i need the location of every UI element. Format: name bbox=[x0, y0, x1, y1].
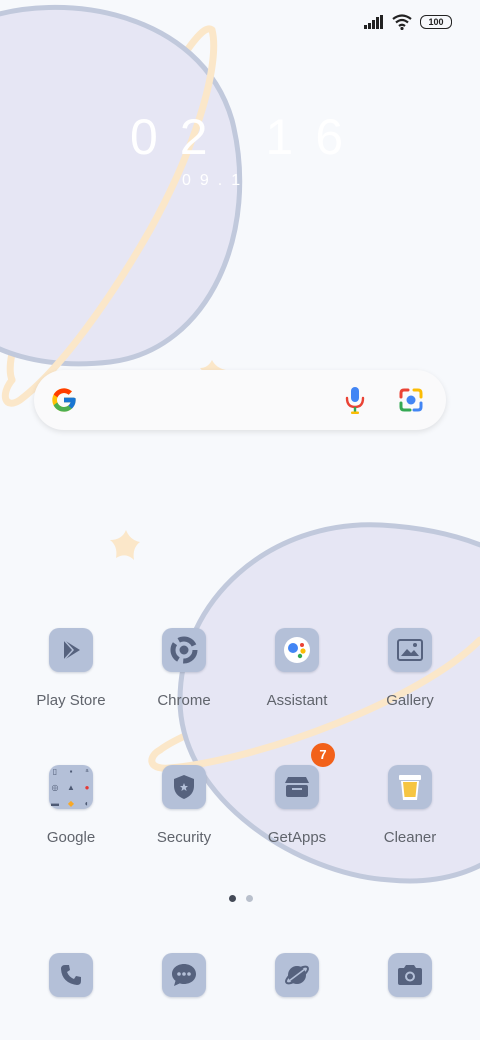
browser-planet-icon bbox=[275, 953, 319, 997]
folder-mini-icon: ᵃ bbox=[85, 766, 89, 776]
app-label: Chrome bbox=[157, 692, 211, 709]
shield-icon bbox=[162, 765, 206, 809]
messages-icon bbox=[162, 953, 206, 997]
page-dot-active bbox=[229, 895, 236, 902]
app-chrome[interactable]: Chrome bbox=[128, 628, 240, 709]
clock-date: 09.1 bbox=[182, 172, 250, 189]
app-label: GetApps bbox=[267, 829, 327, 846]
app-label: Cleaner bbox=[383, 829, 437, 846]
gallery-icon bbox=[388, 628, 432, 672]
app-gallery[interactable]: Gallery bbox=[354, 628, 466, 709]
page-dot bbox=[246, 895, 253, 902]
notification-badge: 7 bbox=[311, 743, 335, 767]
app-label: Google bbox=[46, 829, 96, 846]
battery-indicator: 100 bbox=[420, 15, 452, 29]
app-play-store[interactable]: Play Store bbox=[15, 628, 127, 709]
app-assistant[interactable]: Assistant bbox=[241, 628, 353, 709]
google-g-icon bbox=[52, 388, 76, 412]
dock-phone[interactable] bbox=[15, 953, 127, 997]
folder-google[interactable]: ▯ ▪ ᵃ ◎ ▲ ● ▬ ◆ ◐ Google bbox=[15, 765, 127, 846]
google-folder-icon: ▯ ▪ ᵃ ◎ ▲ ● ▬ ◆ ◐ bbox=[49, 765, 93, 809]
cellular-signal-icon bbox=[364, 15, 383, 29]
camera-lens-icon[interactable] bbox=[398, 387, 424, 413]
google-search-bar[interactable] bbox=[34, 370, 446, 430]
assistant-icon bbox=[275, 628, 319, 672]
app-label: Assistant bbox=[266, 692, 328, 709]
status-bar: 100 bbox=[364, 14, 452, 30]
dock-browser[interactable] bbox=[241, 953, 353, 997]
store-icon bbox=[275, 765, 319, 809]
phone-icon bbox=[49, 953, 93, 997]
app-label: Play Store bbox=[36, 692, 106, 709]
dock-camera[interactable] bbox=[354, 953, 466, 997]
app-label: Security bbox=[156, 829, 212, 846]
folder-mini-icon: ◎ bbox=[51, 782, 59, 792]
app-security[interactable]: Security bbox=[128, 765, 240, 846]
app-cleaner[interactable]: Cleaner bbox=[354, 765, 466, 846]
wifi-icon bbox=[392, 14, 412, 30]
folder-mini-icon: ● bbox=[84, 782, 90, 792]
folder-mini-icon: ▯ bbox=[52, 766, 58, 776]
folder-mini-icon: ▪ bbox=[69, 766, 73, 776]
folder-mini-icon: ◆ bbox=[67, 798, 75, 808]
star-shape bbox=[110, 530, 140, 560]
play-store-icon bbox=[49, 628, 93, 672]
clock-widget[interactable]: 02 16 09.1 bbox=[130, 108, 365, 190]
camera-icon bbox=[388, 953, 432, 997]
folder-mini-icon: ◐ bbox=[84, 798, 90, 808]
app-label: Gallery bbox=[386, 692, 434, 709]
dock-messages[interactable] bbox=[128, 953, 240, 997]
folder-mini-icon: ▬ bbox=[51, 798, 59, 808]
app-getapps[interactable]: 7 GetApps bbox=[241, 743, 353, 846]
page-indicator[interactable] bbox=[229, 895, 253, 902]
trash-bin-icon bbox=[388, 765, 432, 809]
microphone-icon[interactable] bbox=[342, 386, 368, 414]
chrome-icon bbox=[162, 628, 206, 672]
folder-mini-icon: ▲ bbox=[67, 782, 75, 792]
clock-time: 02 16 bbox=[130, 109, 366, 165]
